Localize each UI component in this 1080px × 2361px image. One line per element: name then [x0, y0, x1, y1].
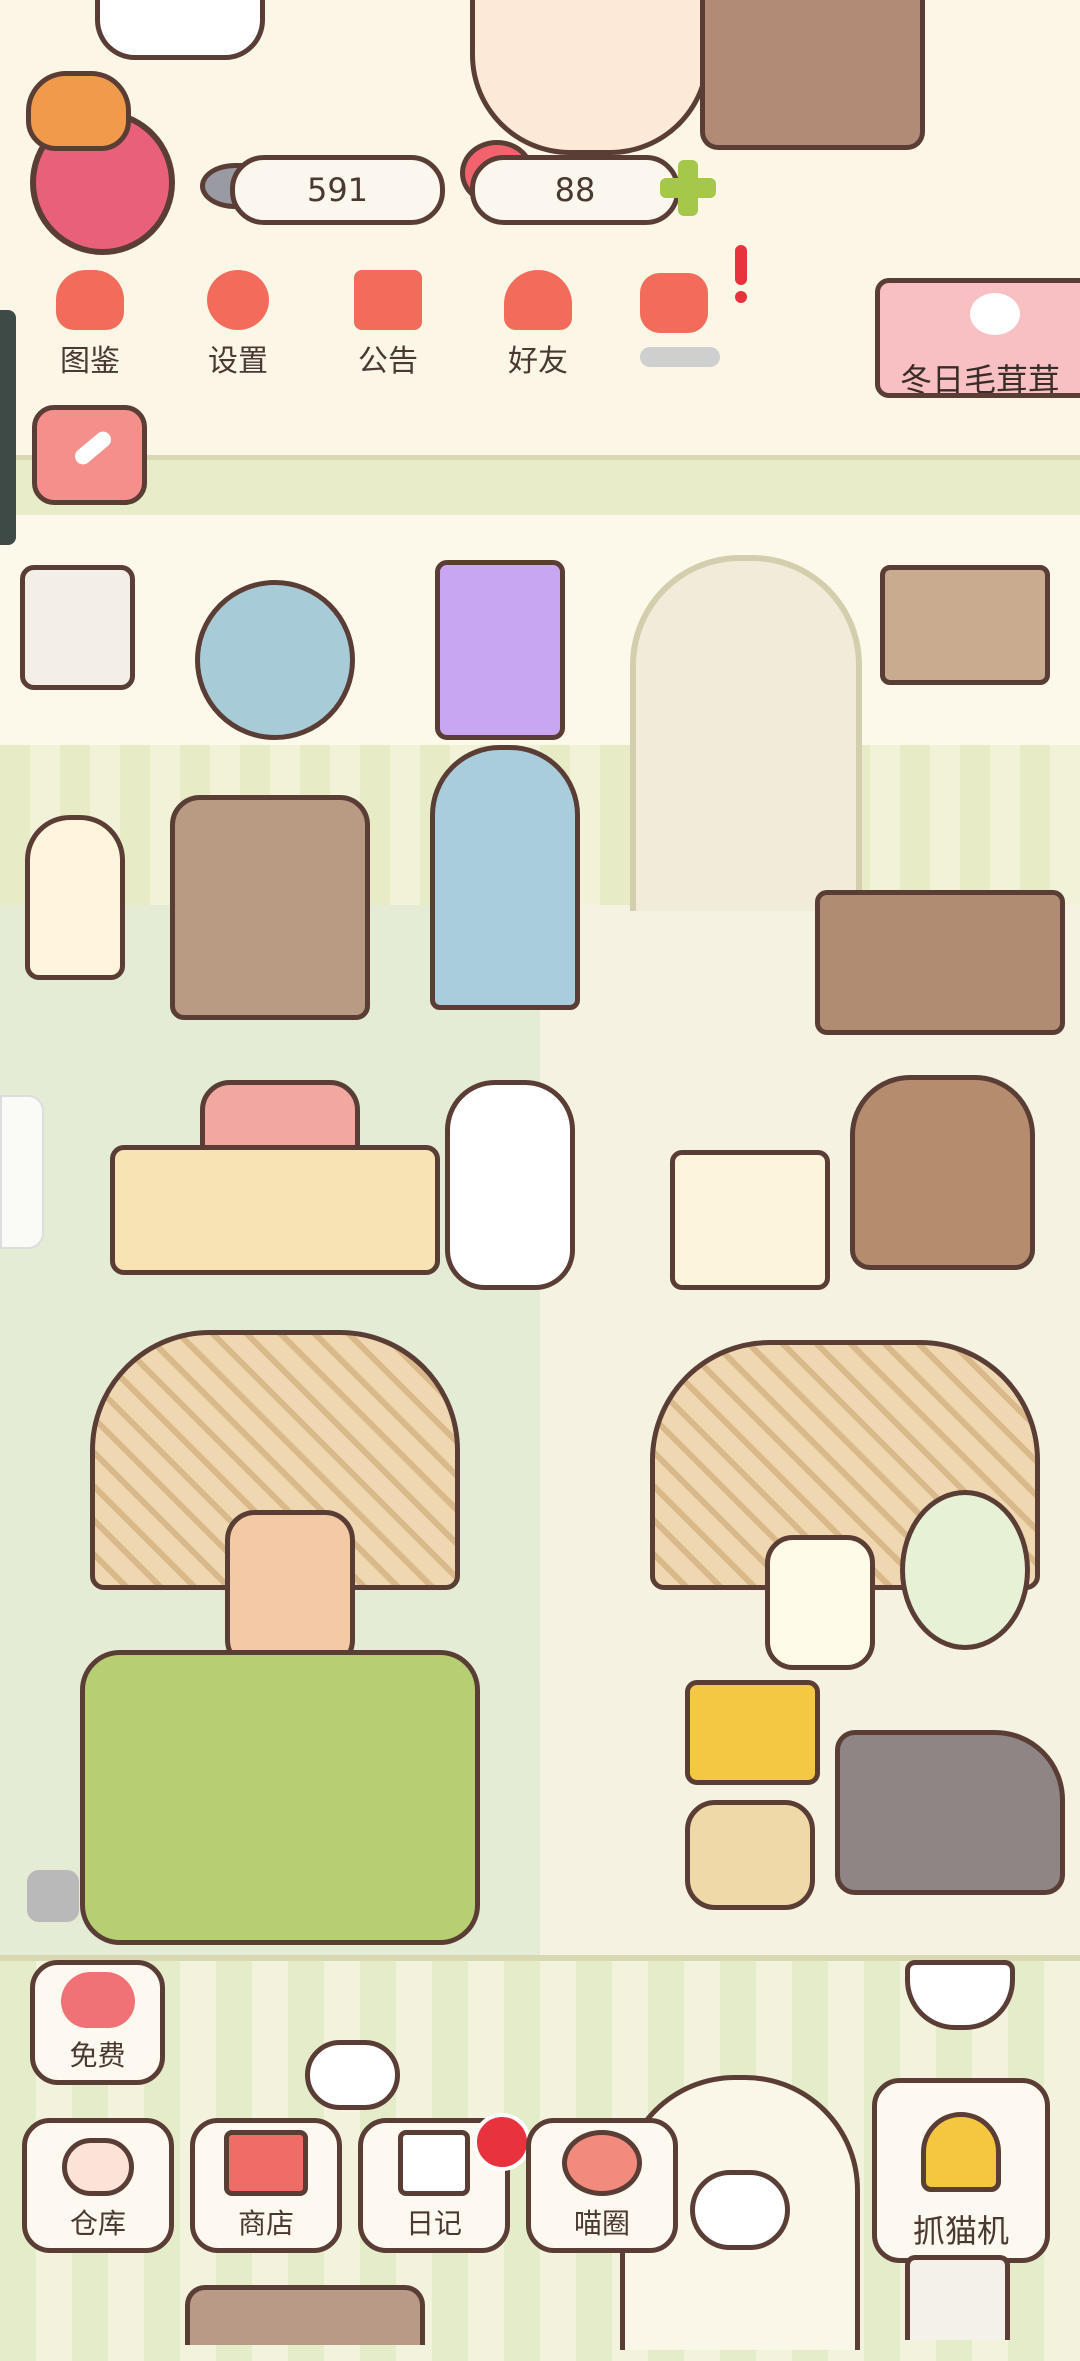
collection-button[interactable]: 图鉴: [35, 270, 145, 390]
progress-bar: [640, 347, 720, 367]
standing-mirror[interactable]: [430, 745, 580, 1010]
record-player[interactable]: [685, 1680, 820, 1785]
claw-icon: [921, 2112, 1001, 2192]
pencil-icon: [71, 428, 115, 468]
bottom-wooden-table: [185, 2285, 425, 2345]
event-banner-label: 冬日毛茸茸: [900, 361, 1061, 398]
candy-jar[interactable]: [765, 1535, 875, 1670]
storage-button[interactable]: 仓库: [22, 2118, 174, 2253]
circle-button[interactable]: 喵圈: [526, 2118, 678, 2253]
basket-icon: [62, 2138, 134, 2196]
wooden-cabinet[interactable]: [700, 0, 925, 150]
add-hearts-button[interactable]: [660, 160, 716, 216]
circle-label: 喵圈: [573, 2207, 630, 2240]
cat-sleeping[interactable]: [95, 0, 265, 60]
notify-mark-icon: [735, 245, 747, 285]
panda-hanging-toy[interactable]: [690, 2170, 790, 2250]
panda-toy[interactable]: [305, 2040, 400, 2110]
notice-button[interactable]: 公告: [333, 270, 443, 390]
cat-book-icon: [56, 270, 124, 330]
free-button[interactable]: 免费: [30, 1960, 165, 2085]
settings-button[interactable]: 设置: [183, 270, 293, 390]
notification-dot: [473, 2113, 531, 2171]
planet-cat-icon: [562, 2130, 642, 2196]
mail-button[interactable]: [625, 245, 747, 375]
candle-lamp[interactable]: [25, 815, 125, 980]
shop-icon: [224, 2130, 308, 2196]
diary-button[interactable]: 日记: [358, 2113, 531, 2253]
event-banner[interactable]: 冬日毛茸茸: [875, 278, 1080, 398]
notice-label: 公告: [358, 344, 418, 379]
writing-desk[interactable]: [815, 890, 1065, 1035]
flower-mirror[interactable]: [195, 580, 355, 740]
paw-icon: [970, 293, 1020, 335]
shop-button[interactable]: 商店: [190, 2118, 342, 2253]
heart-icon: [60, 1972, 135, 2028]
claw-machine-base: [905, 2255, 1010, 2340]
heart-count: 88: [470, 155, 680, 225]
idol-poster[interactable]: [435, 560, 565, 740]
wall-trim: [0, 455, 1080, 520]
cloud-icon[interactable]: [27, 1870, 79, 1922]
friends-label: 好友: [508, 344, 568, 379]
friends-button[interactable]: 好友: [483, 270, 593, 390]
claw-machine-button[interactable]: 抓猫机: [872, 2078, 1050, 2263]
arch-doorway: [630, 555, 862, 911]
tiger-cat-icon: [26, 71, 131, 151]
shop-label: 商店: [237, 2207, 294, 2240]
frog-shelf[interactable]: [880, 565, 1050, 685]
hearts-icon: [640, 273, 708, 333]
diary-label: 日记: [405, 2207, 462, 2240]
diary-icon: [398, 2130, 470, 2196]
settings-label: 设置: [208, 344, 268, 379]
storage-label: 仓库: [69, 2207, 126, 2240]
player-avatar[interactable]: [26, 71, 175, 255]
sunflower-easel[interactable]: [670, 1150, 830, 1290]
free-label: 免费: [69, 2039, 126, 2072]
bouquet[interactable]: [900, 1490, 1030, 1650]
gear-icon: [207, 270, 269, 330]
wooden-bench[interactable]: [110, 1145, 440, 1275]
edit-room-button[interactable]: [32, 405, 147, 505]
fish-count: 591: [230, 155, 445, 225]
canopy-bed[interactable]: [80, 1650, 480, 1945]
gift-icon: [354, 270, 422, 330]
claw-label: 抓猫机: [912, 2212, 1009, 2250]
character-avatar[interactable]: [470, 0, 710, 155]
friends-icon: [504, 270, 572, 330]
collection-label: 图鉴: [60, 344, 120, 379]
toilet-paper-holder[interactable]: [20, 565, 135, 690]
vanity-table[interactable]: [170, 795, 370, 1020]
stool[interactable]: [685, 1800, 815, 1910]
rattan-chair[interactable]: [850, 1075, 1035, 1270]
side-handle[interactable]: [0, 310, 16, 545]
grand-piano[interactable]: [835, 1730, 1065, 1895]
bunny-figure[interactable]: [445, 1080, 575, 1290]
flower-vase[interactable]: [225, 1510, 355, 1670]
side-drawer-tab[interactable]: [0, 1095, 44, 1249]
